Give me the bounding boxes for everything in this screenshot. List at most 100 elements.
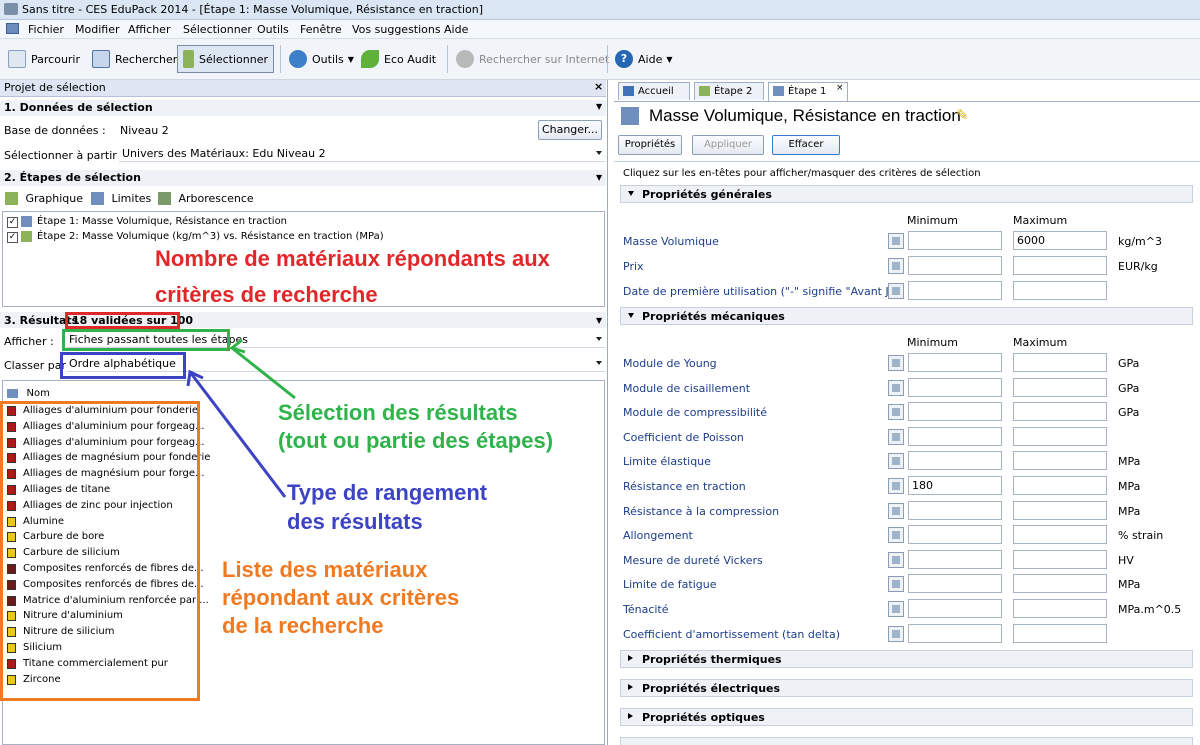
min-label: Minimum [907,336,958,349]
tab-etape-2[interactable]: Étape 2 [694,82,764,100]
group-proprietes-optiques[interactable]: Propriétés optiques [620,708,1193,726]
property-options-icon[interactable] [888,379,904,396]
property-unit: EUR/kg [1118,260,1158,273]
annotation-arrows [186,338,296,498]
property-options-icon[interactable] [888,601,904,617]
min-field[interactable] [908,623,1002,643]
property-unit: MPa [1118,504,1141,518]
property-name[interactable]: Limite élastique [623,455,711,468]
tab-accueil[interactable]: Accueil [618,82,690,100]
max-field[interactable] [1013,256,1107,275]
property-unit: MPa [1118,455,1141,469]
property-options-icon[interactable] [888,428,904,445]
max-field[interactable] [1013,574,1107,594]
limits-icon [621,107,639,125]
property-name[interactable]: Module de cisaillement [623,382,750,395]
property-name[interactable]: Prix [623,260,644,273]
max-field[interactable] [1013,426,1107,446]
property-name[interactable]: Ténacité [623,603,669,616]
stage-editor-panel: Accueil Étape 2 Étape 1 × Masse Volumiqu… [608,80,1200,745]
toolbar-separator [607,45,608,73]
min-field[interactable]: 180 [908,476,1002,495]
min-field[interactable] [908,402,1002,422]
property-options-icon[interactable] [888,478,904,494]
max-field[interactable] [1013,377,1107,397]
chevron-right-icon [628,655,633,661]
min-field[interactable] [908,574,1002,594]
property-name[interactable]: Date de première utilisation ("-" signif… [623,285,901,298]
property-unit: MPa [1118,578,1141,592]
group-optiques-label: Propriétés optiques [642,711,765,724]
property-name[interactable]: Coefficient de Poisson [623,431,744,444]
tab-etape-1[interactable]: Étape 1 × [768,82,848,101]
group-electriques-label: Propriétés électriques [642,682,781,695]
appliquer-button[interactable]: Appliquer [692,135,764,155]
proprietes-button[interactable]: Propriétés [618,135,682,155]
min-field[interactable] [908,500,1002,520]
min-field[interactable] [908,451,1002,471]
max-field[interactable] [1013,599,1107,618]
property-options-icon[interactable] [888,551,904,568]
property-name[interactable]: Résistance à la compression [623,505,779,518]
tab-accueil-label: Accueil [638,86,674,97]
max-field[interactable] [1013,525,1107,545]
group-proprietes-mecaniques[interactable]: Propriétés mécaniques [620,307,1193,325]
min-field[interactable] [908,525,1002,545]
chevron-right-icon [628,684,633,690]
group-thermiques-label: Propriétés thermiques [642,653,782,666]
home-icon [623,86,634,96]
max-field[interactable] [1013,500,1107,520]
group-proprietes-electriques[interactable]: Propriétés électriques [620,679,1193,697]
max-field[interactable] [1013,281,1107,300]
property-options-icon[interactable] [888,404,904,421]
property-name[interactable]: Module de compressibilité [623,406,767,419]
tab-etape-1-label: Étape 1 [788,86,827,97]
group-proprietes-thermiques[interactable]: Propriétés thermiques [620,650,1193,668]
help-icon: ? [615,50,633,68]
chevron-down-icon [628,313,634,318]
max-field[interactable] [1013,451,1107,471]
property-name[interactable]: Masse Volumique [623,235,719,248]
max-field[interactable] [1013,476,1107,495]
effacer-button[interactable]: Effacer [772,135,840,155]
property-options-icon[interactable] [888,453,904,470]
property-name[interactable]: Allongement [623,529,693,542]
max-field[interactable] [1013,402,1107,422]
property-options-icon[interactable] [888,258,904,274]
property-options-icon[interactable] [888,625,904,642]
min-field[interactable] [908,426,1002,446]
group-proprietes-generales[interactable]: Propriétés générales [620,185,1193,203]
max-field[interactable] [1013,623,1107,643]
property-options-icon[interactable] [888,576,904,593]
min-field[interactable] [908,549,1002,569]
max-field[interactable] [1013,549,1107,569]
max-field[interactable]: 6000 [1013,231,1107,250]
min-field[interactable] [908,599,1002,618]
property-options-icon[interactable] [888,527,904,544]
chart-icon [699,86,710,96]
property-name[interactable]: Résistance en traction [623,480,746,493]
close-tab-icon[interactable]: × [836,83,844,93]
chevron-right-icon [628,713,633,719]
property-options-icon[interactable] [888,502,904,519]
min-field[interactable] [908,281,1002,300]
min-field[interactable] [908,353,1002,372]
aide-button[interactable]: ? Aide ▼ [615,45,673,73]
property-unit: % strain [1118,529,1164,543]
property-name[interactable]: Module de Young [623,357,717,370]
property-options-icon[interactable] [888,233,904,249]
edit-icon[interactable]: ✎ [956,106,969,124]
property-unit: GPa [1118,357,1140,370]
hint-text: Cliquez sur les en-têtes pour afficher/m… [623,168,981,179]
min-field[interactable] [908,231,1002,250]
min-field[interactable] [908,377,1002,397]
property-unit: GPa [1118,381,1140,395]
property-name[interactable]: Coefficient d'amortissement (tan delta) [623,628,840,641]
min-field[interactable] [908,256,1002,275]
property-name[interactable]: Mesure de dureté Vickers [623,554,763,567]
blue-arrow [188,371,287,498]
max-field[interactable] [1013,353,1107,372]
property-options-icon[interactable] [888,355,904,371]
property-name[interactable]: Limite de fatigue [623,578,716,591]
property-options-icon[interactable] [888,283,904,299]
